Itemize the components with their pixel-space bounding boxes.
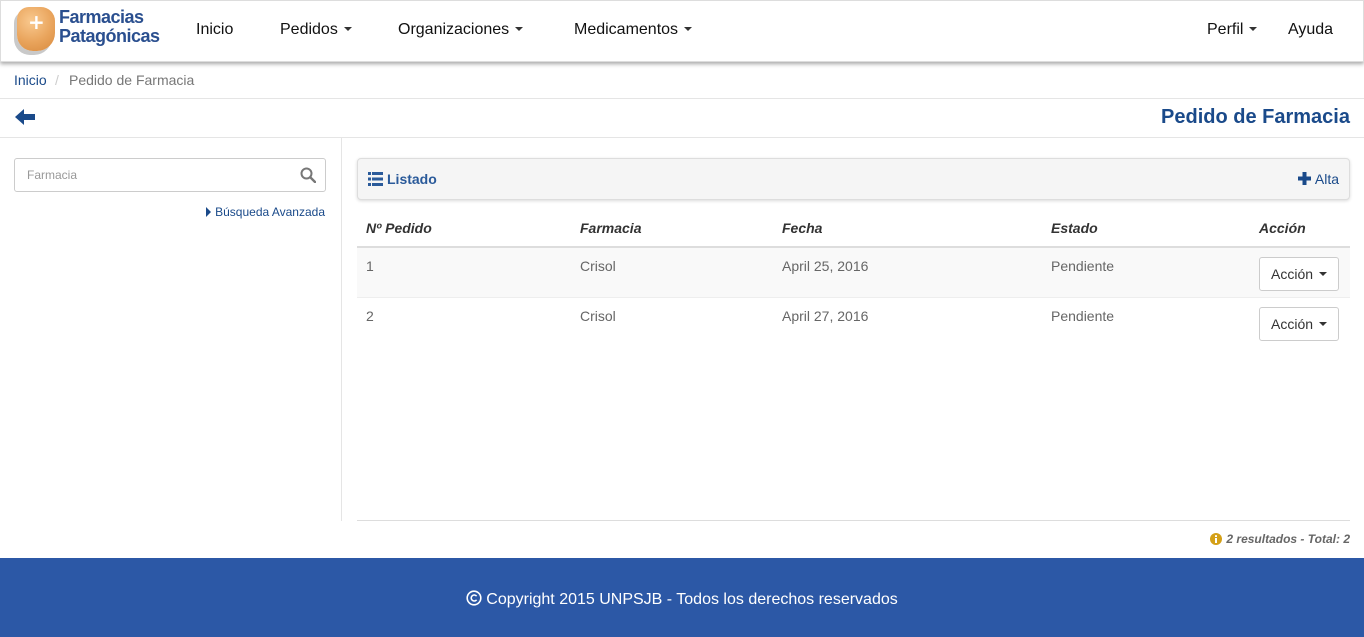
- column-header-accion: Acción: [1250, 210, 1350, 248]
- caret-down-icon: [1319, 272, 1328, 277]
- list-panel-header: Listado Alta: [357, 158, 1350, 200]
- table-row: 2 Crisol April 27, 2016 Pendiente Acción: [357, 296, 1350, 347]
- results-summary: 2 resultados - Total: 2: [1210, 532, 1350, 546]
- footer: Copyright 2015 UNPSJB - Todos los derech…: [0, 558, 1364, 637]
- page-header: Pedido de Farmacia: [0, 99, 1364, 138]
- cell-estado: Pendiente: [1042, 246, 1250, 297]
- nav-organizaciones-dropdown[interactable]: Organizaciones: [398, 21, 524, 39]
- results-summary-label: 2 resultados - Total: 2: [1226, 532, 1350, 546]
- cell-estado: Pendiente: [1042, 296, 1250, 347]
- brand-name: Farmacias Patagónicas: [59, 8, 160, 46]
- action-button-label: Acción: [1271, 315, 1314, 332]
- column-header-estado[interactable]: Estado: [1042, 210, 1250, 248]
- advanced-search-label: Búsqueda Avanzada: [215, 205, 325, 219]
- cell-fecha: April 25, 2016: [773, 246, 1042, 297]
- cell-accion: Acción: [1250, 246, 1350, 297]
- cell-pedido: 2: [357, 296, 571, 347]
- nav-ayuda[interactable]: Ayuda: [1288, 21, 1333, 39]
- nav-organizaciones-label: Organizaciones: [398, 21, 510, 38]
- action-button-label: Acción: [1271, 266, 1314, 282]
- pharmacy-cross-icon: +: [17, 7, 55, 51]
- plus-icon: [1297, 172, 1311, 185]
- nav-medicamentos-dropdown[interactable]: Medicamentos: [574, 21, 693, 39]
- column-header-pedido[interactable]: Nº Pedido: [357, 210, 571, 248]
- sidebar: Búsqueda Avanzada: [0, 138, 342, 521]
- advanced-search-link[interactable]: Búsqueda Avanzada: [206, 205, 325, 219]
- breadcrumb-home-link[interactable]: Inicio: [14, 72, 47, 88]
- nav-perfil-dropdown[interactable]: Perfil: [1207, 21, 1258, 39]
- search-input[interactable]: [15, 159, 295, 191]
- nav-ayuda-label: Ayuda: [1288, 21, 1334, 38]
- orders-table: Nº Pedido Farmacia Fecha Estado Acción 1…: [357, 210, 1350, 347]
- cell-farmacia: Crisol: [571, 296, 773, 347]
- panel-title-label: Listado: [387, 171, 437, 187]
- caret-down-icon: [1249, 26, 1258, 31]
- footer-copyright: Copyright 2015 UNPSJB - Todos los derech…: [0, 590, 1364, 609]
- cell-accion: Acción: [1250, 296, 1350, 347]
- search-box: [14, 158, 326, 192]
- caret-down-icon: [343, 26, 352, 31]
- cell-farmacia: Crisol: [571, 246, 773, 297]
- copyright-icon: [466, 590, 482, 606]
- nav-perfil-label: Perfil: [1207, 21, 1244, 38]
- results-divider: [357, 520, 1350, 521]
- list-icon: [368, 172, 383, 186]
- column-header-farmacia[interactable]: Farmacia: [571, 210, 773, 248]
- brand-line-2: Patagónicas: [59, 26, 160, 46]
- brand-line-1: Farmacias: [59, 7, 144, 27]
- nav-medicamentos-label: Medicamentos: [574, 21, 679, 38]
- cell-fecha: April 27, 2016: [773, 296, 1042, 347]
- search-icon[interactable]: [300, 167, 316, 183]
- add-button[interactable]: Alta: [1297, 171, 1339, 187]
- arrow-left-icon[interactable]: [14, 108, 36, 126]
- nav-pedidos-dropdown[interactable]: Pedidos: [280, 21, 352, 39]
- page-title: Pedido de Farmacia: [1161, 106, 1350, 128]
- nav-inicio-label: Inicio: [196, 21, 234, 38]
- panel-title: Listado: [368, 171, 437, 187]
- table-header-row: Nº Pedido Farmacia Fecha Estado Acción: [357, 210, 1350, 248]
- add-button-label: Alta: [1314, 171, 1339, 187]
- breadcrumb: Inicio / Pedido de Farmacia: [0, 62, 1364, 99]
- nav-pedidos-label: Pedidos: [280, 21, 338, 38]
- info-icon: [1210, 533, 1223, 545]
- footer-copyright-label: Copyright 2015 UNPSJB - Todos los derech…: [486, 591, 898, 608]
- action-dropdown-button[interactable]: Acción: [1259, 306, 1340, 341]
- caret-down-icon: [684, 26, 693, 31]
- table-row: 1 Crisol April 25, 2016 Pendiente Acción: [357, 246, 1350, 297]
- cell-pedido: 1: [357, 246, 571, 297]
- caret-right-icon: [206, 207, 212, 217]
- top-navbar: + Farmacias Patagónicas Inicio Pedidos O…: [0, 0, 1364, 62]
- nav-inicio[interactable]: Inicio: [196, 21, 233, 39]
- breadcrumb-separator: /: [55, 72, 59, 88]
- column-header-fecha[interactable]: Fecha: [773, 210, 1042, 248]
- brand-logo[interactable]: + Farmacias Patagónicas: [15, 5, 165, 55]
- action-dropdown-button[interactable]: Acción: [1259, 257, 1340, 291]
- breadcrumb-current: Pedido de Farmacia: [69, 72, 195, 88]
- caret-down-icon: [515, 26, 524, 31]
- caret-down-icon: [1319, 321, 1328, 326]
